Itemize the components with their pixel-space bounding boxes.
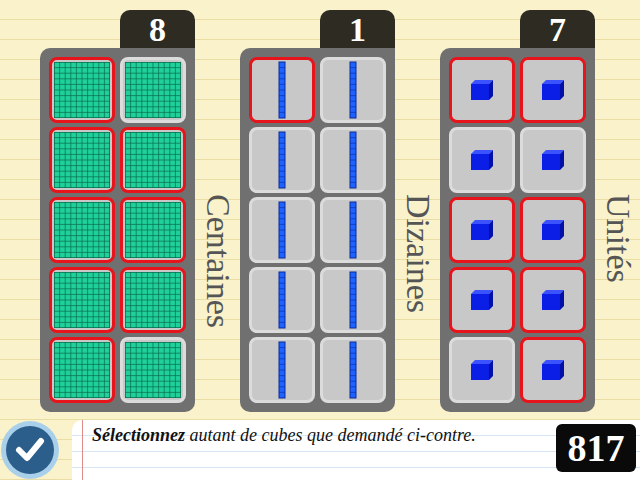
- ten-tile[interactable]: [249, 267, 315, 333]
- ten-tile[interactable]: [249, 57, 315, 123]
- ten-rod-icon: [348, 61, 358, 119]
- column-label: Centaines: [198, 194, 238, 412]
- instruction-strip: Sélectionnez autant de cubes que demandé…: [72, 420, 640, 480]
- hundred-flat-icon: [125, 202, 181, 258]
- unit-cube-icon: [469, 148, 495, 172]
- unit-cube-icon: [469, 218, 495, 242]
- ten-rod-icon: [277, 341, 287, 399]
- ten-tile[interactable]: [249, 337, 315, 403]
- hundred-flat-icon: [54, 62, 110, 118]
- unit-cube-icon: [469, 78, 495, 102]
- hundred-tile[interactable]: [120, 267, 186, 333]
- hundred-flat-icon: [54, 272, 110, 328]
- count-tab: 7: [520, 10, 595, 48]
- hundred-flat-icon: [125, 132, 181, 188]
- target-number: 817: [556, 424, 636, 472]
- count-tab: 1: [320, 10, 395, 48]
- ten-tile[interactable]: [249, 197, 315, 263]
- ten-rod-icon: [277, 271, 287, 329]
- hundred-tile[interactable]: [49, 127, 115, 193]
- hundred-flat-icon: [54, 132, 110, 188]
- unit-cube-icon: [469, 288, 495, 312]
- hundred-flat-icon: [54, 202, 110, 258]
- hundred-flat-icon: [125, 342, 181, 398]
- column-label: Unités: [598, 194, 638, 412]
- ten-tile[interactable]: [320, 57, 386, 123]
- unit-tile[interactable]: [449, 57, 515, 123]
- unit-tile[interactable]: [520, 57, 586, 123]
- instruction: Sélectionnez autant de cubes que demandé…: [72, 420, 556, 447]
- tile-panel: [440, 48, 595, 412]
- ten-rod-icon: [348, 201, 358, 259]
- hundred-tile[interactable]: [49, 337, 115, 403]
- place-value-column: 1 Dizaines: [240, 10, 440, 420]
- unit-cube-icon: [540, 288, 566, 312]
- unit-tile[interactable]: [520, 197, 586, 263]
- unit-tile[interactable]: [449, 197, 515, 263]
- ten-rod-icon: [348, 341, 358, 399]
- ten-tile[interactable]: [320, 337, 386, 403]
- hundred-flat-icon: [54, 342, 110, 398]
- hundred-tile[interactable]: [49, 197, 115, 263]
- unit-cube-icon: [540, 148, 566, 172]
- count-tab: 8: [120, 10, 195, 48]
- ten-rod-icon: [348, 131, 358, 189]
- unit-tile[interactable]: [520, 337, 586, 403]
- unit-tile[interactable]: [520, 127, 586, 193]
- hundred-flat-icon: [125, 272, 181, 328]
- hundred-tile[interactable]: [49, 267, 115, 333]
- tile-panel: [240, 48, 395, 412]
- unit-tile[interactable]: [449, 127, 515, 193]
- instruction-text: autant de cubes que demandé ci-contre.: [185, 425, 476, 445]
- tile-panel: [40, 48, 195, 412]
- hundred-tile[interactable]: [120, 57, 186, 123]
- ten-tile[interactable]: [249, 127, 315, 193]
- unit-cube-icon: [540, 358, 566, 382]
- hundred-tile[interactable]: [120, 197, 186, 263]
- place-value-column: 8 Centaines: [40, 10, 240, 420]
- place-value-column: 7 Unités: [440, 10, 640, 420]
- hundred-flat-icon: [125, 62, 181, 118]
- hundred-tile[interactable]: [120, 127, 186, 193]
- check-icon: [13, 433, 47, 467]
- column-label: Dizaines: [398, 194, 438, 412]
- unit-cube-icon: [469, 358, 495, 382]
- ten-rod-icon: [277, 201, 287, 259]
- ten-rod-icon: [277, 61, 287, 119]
- hundred-tile[interactable]: [49, 57, 115, 123]
- unit-cube-icon: [540, 218, 566, 242]
- ten-tile[interactable]: [320, 267, 386, 333]
- ten-rod-icon: [348, 271, 358, 329]
- unit-tile[interactable]: [449, 337, 515, 403]
- unit-tile[interactable]: [449, 267, 515, 333]
- ten-tile[interactable]: [320, 197, 386, 263]
- unit-cube-icon: [540, 78, 566, 102]
- instruction-emphasis: Sélectionnez: [92, 425, 185, 445]
- validate-button[interactable]: [1, 421, 59, 479]
- unit-tile[interactable]: [520, 267, 586, 333]
- ten-tile[interactable]: [320, 127, 386, 193]
- hundred-tile[interactable]: [120, 337, 186, 403]
- ten-rod-icon: [277, 131, 287, 189]
